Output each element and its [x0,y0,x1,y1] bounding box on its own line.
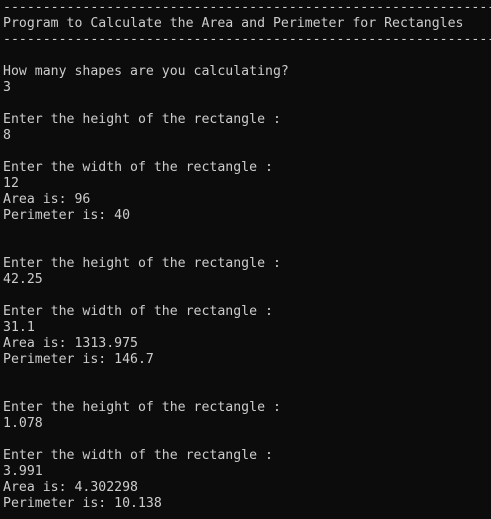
area-result: Area is: 96 [3,192,91,207]
height-input: 1.078 [3,416,43,431]
height-prompt: Enter the height of the rectangle : [3,112,281,127]
shape-count-input: 3 [3,80,11,95]
width-prompt: Enter the width of the rectangle : [3,160,273,175]
console-window[interactable]: ----------------------------------------… [0,0,491,519]
perimeter-result: Perimeter is: 10.138 [3,496,162,511]
width-prompt: Enter the width of the rectangle : [3,448,273,463]
height-prompt: Enter the height of the rectangle : [3,256,281,271]
width-prompt: Enter the width of the rectangle : [3,304,273,319]
height-input: 8 [3,128,11,143]
width-input: 12 [3,176,19,191]
perimeter-result: Perimeter is: 146.7 [3,352,154,367]
width-input: 31.1 [3,320,35,335]
separator-bottom: ----------------------------------------… [3,32,491,47]
perimeter-result: Perimeter is: 40 [3,208,131,223]
area-result: Area is: 4.302298 [3,480,138,495]
height-prompt: Enter the height of the rectangle : [3,400,281,415]
width-input: 3.991 [3,464,43,479]
shape-count-prompt: How many shapes are you calculating? [3,64,289,79]
area-result: Area is: 1313.975 [3,336,138,351]
height-input: 42.25 [3,272,43,287]
separator-top: ----------------------------------------… [3,0,491,15]
program-title: Program to Calculate the Area and Perime… [3,16,464,31]
